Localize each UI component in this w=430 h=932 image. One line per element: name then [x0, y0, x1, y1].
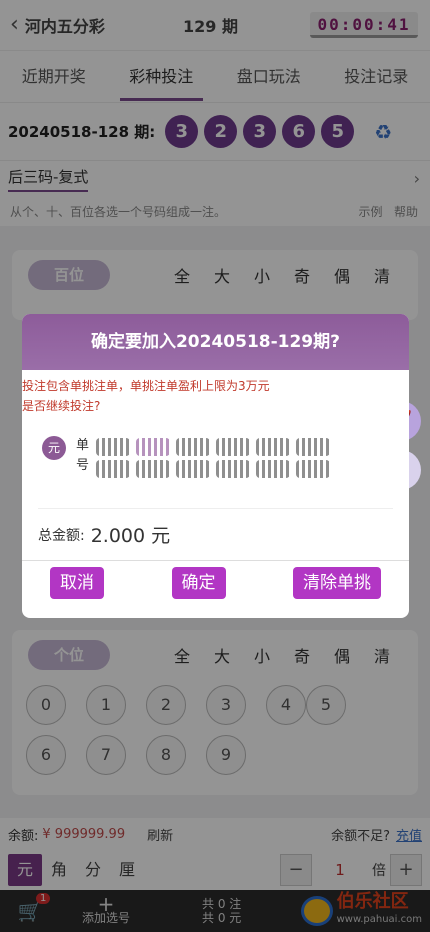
dialog-warning-line-1: 投注包含单挑注单，单挑注单盈利上限为3万元 [22, 379, 270, 393]
total-value: 2.000 元 [90, 525, 171, 547]
cancel-button[interactable]: 取消 [50, 566, 104, 599]
bet-type-label: 单号 [76, 438, 90, 473]
dialog-bet-detail: 元 单号 [22, 416, 409, 508]
yuan-badge: 元 [42, 436, 66, 460]
total-label: 总金额: [38, 527, 85, 544]
confirm-dialog: 确定要加入20240518-129期? 投注包含单挑注单，单挑注单盈利上限为3万… [22, 314, 409, 618]
dialog-title: 确定要加入20240518-129期? [22, 314, 409, 370]
clear-single-bet-button[interactable]: 清除单挑 [293, 566, 381, 599]
dialog-buttons: 取消 确定 清除单挑 [22, 560, 409, 604]
blurred-bet-numbers [96, 436, 336, 480]
dialog-warning: 投注包含单挑注单，单挑注单盈利上限为3万元 是否继续投注? [22, 370, 409, 416]
confirm-button[interactable]: 确定 [171, 566, 226, 599]
dialog-warning-line-2: 是否继续投注? [22, 399, 101, 413]
dialog-total: 总金额: 2.000 元 [38, 508, 393, 560]
